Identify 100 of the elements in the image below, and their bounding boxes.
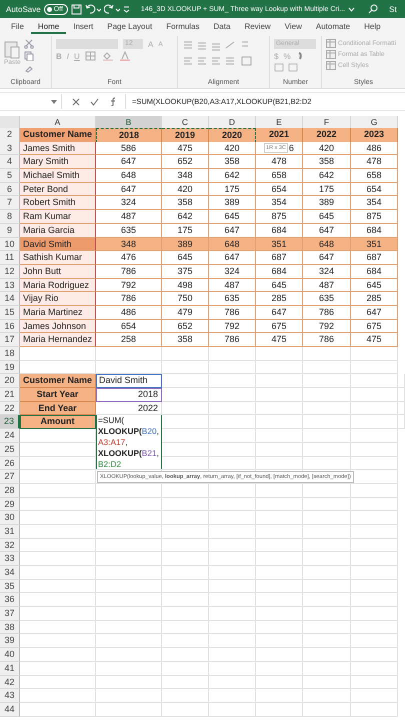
table-cell: Maria Martinez <box>20 306 96 320</box>
table-cell: Vijay Rio <box>20 292 96 306</box>
table-cell: 475 <box>351 333 398 348</box>
table-cell: 786 <box>209 306 256 320</box>
title-bar-text: St <box>389 4 397 14</box>
table-header-cell: 2020 <box>209 128 256 143</box>
table-cell: 354 <box>351 196 398 210</box>
table-cell: 648 <box>96 169 162 183</box>
table-cell: 420 <box>303 142 351 156</box>
table-cell: 478 <box>351 155 398 170</box>
table-cell: 658 <box>256 169 303 183</box>
label-cell: Start Year <box>20 388 96 402</box>
table-cell: 175 <box>303 182 351 196</box>
table-cell: 792 <box>96 278 162 292</box>
table-cell: 175 <box>209 182 256 196</box>
table-cell: 645 <box>256 278 303 292</box>
table-cell: 684 <box>256 224 303 238</box>
table-cell: 786 <box>209 333 256 348</box>
table-cell: 875 <box>351 210 398 224</box>
table-cell: 648 <box>303 238 351 252</box>
table-cell: 786 <box>96 292 162 306</box>
table-cell: Sathish Kumar <box>20 251 96 265</box>
table-cell: 687 <box>351 251 398 265</box>
table-cell: 486 <box>351 142 398 156</box>
table-cell: 175 <box>162 224 209 238</box>
label-cell: Customer Name <box>20 374 96 388</box>
table-cell: 586 <box>96 142 162 156</box>
table-cell: 647 <box>256 306 303 320</box>
table-header-cell: 2019 <box>162 128 209 143</box>
table-cell: 645 <box>209 210 256 224</box>
autosave-label: AutoSave <box>6 4 41 14</box>
table-header-cell: 2022 <box>303 128 351 143</box>
table-cell: Maria Hernandez <box>20 333 96 348</box>
table-cell: 792 <box>209 320 256 334</box>
table-cell: 258 <box>96 333 162 348</box>
table-cell: 420 <box>162 182 209 196</box>
table-cell: 285 <box>351 292 398 306</box>
table-cell: 635 <box>96 224 162 238</box>
table-cell: 389 <box>303 196 351 210</box>
table-cell: 351 <box>351 238 398 252</box>
table-cell: 675 <box>256 320 303 334</box>
table-cell: 324 <box>96 196 162 210</box>
table-cell: 285 <box>256 292 303 306</box>
table-cell: 389 <box>162 238 209 252</box>
table-cell: 647 <box>303 224 351 238</box>
table-cell: 479 <box>162 306 209 320</box>
table-cell: Maria Garcia <box>20 224 96 238</box>
table-cell: 498 <box>162 278 209 292</box>
table-cell: 324 <box>303 264 351 279</box>
table-cell: 324 <box>209 264 256 279</box>
table-cell: 647 <box>96 155 162 170</box>
table-cell: Michael Smith <box>20 169 96 183</box>
table-cell: 684 <box>351 224 398 238</box>
table-cell: 348 <box>96 238 162 252</box>
table-cell: 487 <box>303 278 351 292</box>
label-cell: Amount <box>20 415 96 430</box>
table-cell: 786 <box>303 333 351 348</box>
table-cell: 786 <box>303 306 351 320</box>
table-cell: 792 <box>303 320 351 334</box>
table-cell: 642 <box>162 210 209 224</box>
table-cell: John Butt <box>20 264 96 279</box>
table-cell: Maria Rodriguez <box>20 278 96 292</box>
table-cell: 354 <box>256 196 303 210</box>
table-cell: 358 <box>162 196 209 210</box>
table-cell: 750 <box>162 292 209 306</box>
table-cell: 358 <box>209 155 256 170</box>
table-cell: 645 <box>303 210 351 224</box>
table-cell: Mary Smith <box>20 155 96 170</box>
table-cell: 647 <box>303 251 351 265</box>
table-cell: 647 <box>209 224 256 238</box>
table-cell: James Johnson <box>20 320 96 334</box>
table-cell: James Smith <box>20 142 96 156</box>
table-cell: 875 <box>256 210 303 224</box>
table-cell: 420 <box>209 142 256 156</box>
table-cell: 358 <box>303 155 351 170</box>
table-cell: 645 <box>351 278 398 292</box>
table-cell: David Smith <box>20 238 96 252</box>
table-cell: 487 <box>209 278 256 292</box>
table-cell: 635 <box>303 292 351 306</box>
table-cell: 478 <box>256 155 303 170</box>
table-header-cell: Customer Name <box>20 128 96 143</box>
table-cell: 648 <box>209 238 256 252</box>
table-cell: 654 <box>351 182 398 196</box>
table-cell: 375 <box>162 264 209 279</box>
table-cell: 476 <box>96 251 162 265</box>
table-cell: 647 <box>96 182 162 196</box>
table-cell: Ram Kumar <box>20 210 96 224</box>
table-cell: 642 <box>209 169 256 183</box>
table-cell: 684 <box>351 264 398 279</box>
table-cell: 351 <box>256 238 303 252</box>
table-header-cell: 2018 <box>96 128 162 143</box>
table-header-cell: 2021 <box>256 128 303 143</box>
table-cell: 475 <box>256 333 303 348</box>
label-cell: End Year <box>20 402 96 416</box>
table-cell: 658 <box>351 169 398 183</box>
table-cell: 654 <box>256 182 303 196</box>
table-cell: 487 <box>96 210 162 224</box>
table-cell: 652 <box>162 320 209 334</box>
table-cell: Robert Smith <box>20 196 96 210</box>
table-cell: 645 <box>162 251 209 265</box>
